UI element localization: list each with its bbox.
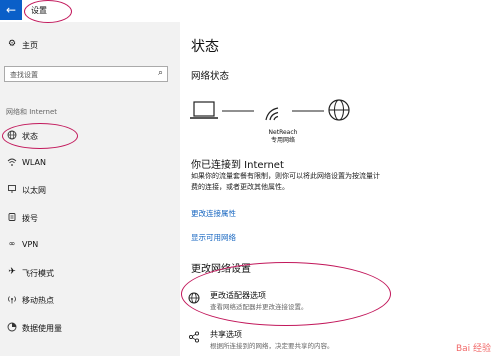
change-adapter-options[interactable]: 更改适配器选项 查看网络适配器并更改连接设置。 xyxy=(188,290,368,314)
sidebar-item-label: 拨号 xyxy=(22,214,38,223)
internet-globe-icon xyxy=(328,99,350,121)
sidebar-item-label: 以太网 xyxy=(22,186,46,195)
globe-icon xyxy=(6,130,18,143)
main-content: 状态 网络状态 NetReach 专用网络 你已连接到 Internet 如果你… xyxy=(180,22,495,356)
sidebar-item-label: 数据使用量 xyxy=(22,324,62,333)
back-button[interactable]: ← xyxy=(0,0,22,20)
airplane-icon: ✈ xyxy=(8,267,16,277)
network-diagram: NetReach 专用网络 xyxy=(188,96,388,156)
sidebar-item-status[interactable]: 状态 xyxy=(0,130,180,144)
wifi-signal-icon xyxy=(265,107,279,121)
option-label: 共享选项 xyxy=(210,330,242,339)
option-description: 查看网络适配器并更改连接设置。 xyxy=(210,303,308,311)
sidebar-item-label: 飞行模式 xyxy=(22,269,54,278)
sidebar-item-mobile-hotspot[interactable]: 移动热点 xyxy=(0,294,180,308)
sharing-icon xyxy=(188,331,200,345)
hotspot-icon xyxy=(6,294,18,307)
network-type: 专用网络 xyxy=(270,137,295,144)
sidebar-item-wlan[interactable]: WLAN xyxy=(0,157,180,171)
search-placeholder: 查找设置 xyxy=(10,71,38,79)
connected-description: 如果你的流量套餐有限制，则你可以将此网络设置为按流量计费的连接，或者更改其他属性… xyxy=(191,172,380,191)
adapter-globe-icon xyxy=(188,292,200,306)
sidebar-item-label: 主页 xyxy=(22,41,38,50)
sidebar-item-dialup[interactable]: 拨号 xyxy=(0,212,180,226)
option-description: 根据所连接到的网络，决定要共享的内容。 xyxy=(210,342,334,350)
dialup-icon xyxy=(6,212,18,225)
network-name-label: NetReach 专用网络 xyxy=(266,129,300,145)
show-available-networks-link[interactable]: 显示可用网络 xyxy=(191,232,236,243)
sidebar-item-home[interactable]: ⚙ 主页 xyxy=(0,39,180,53)
gear-icon: ⚙ xyxy=(7,39,17,49)
sidebar-item-vpn[interactable]: ∞ VPN xyxy=(0,239,180,253)
sidebar-item-data-usage[interactable]: 数据使用量 xyxy=(0,322,180,336)
watermark: Bai 经验 xyxy=(455,344,491,354)
connected-heading: 你已连接到 Internet xyxy=(191,160,284,171)
window-title: 设置 xyxy=(31,6,47,15)
sidebar-item-label: 状态 xyxy=(22,132,38,141)
laptop-icon xyxy=(190,101,218,119)
change-connection-properties-link[interactable]: 更改连接属性 xyxy=(191,208,236,219)
title-bar: ← 设置 xyxy=(0,0,495,22)
sidebar-item-airplane-mode[interactable]: ✈ 飞行模式 xyxy=(0,267,180,281)
option-label: 更改适配器选项 xyxy=(210,291,266,300)
network-status-heading: 网络状态 xyxy=(191,71,230,82)
search-icon: ⌕ xyxy=(157,68,163,78)
sidebar-item-label: VPN xyxy=(22,240,39,249)
wifi-icon xyxy=(6,157,18,170)
sidebar-item-ethernet[interactable]: 以太网 xyxy=(0,184,180,198)
sidebar-item-label: 移动热点 xyxy=(22,296,54,305)
sidebar-item-label: WLAN xyxy=(22,158,47,167)
sidebar: ⚙ 主页 查找设置 ⌕ 网络和 Internet 状态 WLAN 以太网 拨号 … xyxy=(0,22,180,356)
page-title: 状态 xyxy=(191,39,219,55)
ethernet-icon xyxy=(6,184,18,197)
vpn-icon: ∞ xyxy=(8,239,16,248)
section-label: 网络和 Internet xyxy=(6,108,58,116)
search-input[interactable]: 查找设置 ⌕ xyxy=(4,66,168,82)
data-usage-icon xyxy=(6,322,18,335)
network-name: NetReach xyxy=(268,129,298,136)
sharing-options[interactable]: 共享选项 根据所连接到的网络，决定要共享的内容。 xyxy=(188,329,368,353)
change-network-settings-heading: 更改网络设置 xyxy=(191,264,251,275)
